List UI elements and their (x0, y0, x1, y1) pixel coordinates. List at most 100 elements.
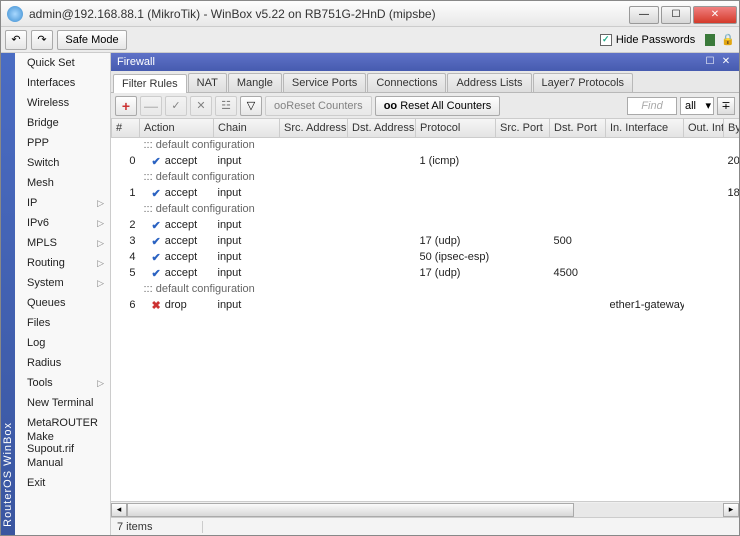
panel-close-icon[interactable]: ✕ (719, 55, 733, 69)
column-header[interactable]: # (112, 119, 140, 137)
submenu-arrow-icon: ▷ (97, 378, 104, 389)
scroll-right-icon[interactable]: ▸ (723, 503, 739, 517)
column-header[interactable]: Dst. Port (550, 119, 606, 137)
rules-grid[interactable]: #ActionChainSrc. AddressDst. AddressProt… (111, 119, 739, 501)
sidebar-item-system[interactable]: System▷ (15, 273, 110, 293)
sidebar-item-log[interactable]: Log (15, 333, 110, 353)
sidebar-item-queues[interactable]: Queues (15, 293, 110, 313)
drop-icon: ✖ (152, 299, 161, 312)
column-header[interactable]: Src. Address (280, 119, 348, 137)
statusbar: 7 items (111, 517, 739, 535)
tab-layer7-protocols[interactable]: Layer7 Protocols (533, 73, 634, 92)
column-header[interactable]: In. Interface (606, 119, 684, 137)
column-header[interactable]: Out. Int... (684, 119, 724, 137)
add-button[interactable]: + (115, 96, 137, 116)
accept-icon: ✔ (152, 235, 161, 248)
maximize-button[interactable]: ☐ (661, 6, 691, 24)
accept-icon: ✔ (152, 219, 161, 232)
sidebar-item-exit[interactable]: Exit (15, 473, 110, 493)
table-row[interactable]: 2✔acceptinput (112, 217, 740, 233)
sidebar-item-make-supout.rif[interactable]: Make Supout.rif (15, 433, 110, 453)
panel-minimize-icon[interactable]: ☐ (703, 55, 717, 69)
sidebar-item-ipv6[interactable]: IPv6▷ (15, 213, 110, 233)
tab-filter-rules[interactable]: Filter Rules (113, 74, 187, 93)
chevron-down-icon: ▾ (705, 99, 711, 112)
sidebar-item-files[interactable]: Files (15, 313, 110, 333)
undo-button[interactable]: ↶ (5, 30, 27, 50)
left-rail: RouterOS WinBox (1, 53, 15, 535)
tab-connections[interactable]: Connections (367, 73, 446, 92)
column-header[interactable]: Action (140, 119, 214, 137)
table-row[interactable]: 0✔acceptinput1 (icmp)201. (112, 153, 740, 169)
table-row[interactable]: 5✔acceptinput17 (udp)4500 (112, 265, 740, 281)
main-window: admin@192.168.88.1 (MikroTik) - WinBox v… (0, 0, 740, 536)
remove-button[interactable]: — (140, 96, 162, 116)
chevron-down-icon: ∓ (721, 99, 730, 112)
reset-all-counters-button[interactable]: oo Reset All Counters (375, 96, 501, 116)
find-input[interactable]: Find (627, 97, 677, 115)
sidebar-item-bridge[interactable]: Bridge (15, 113, 110, 133)
sidebar-item-mesh[interactable]: Mesh (15, 173, 110, 193)
table-row[interactable]: 1✔acceptinput1843. (112, 185, 740, 201)
checkbox-icon: ✓ (600, 34, 612, 46)
extra-dropdown[interactable]: ∓ (717, 97, 735, 115)
column-header[interactable]: By (724, 119, 740, 137)
column-header[interactable]: Chain (214, 119, 280, 137)
sidebar-item-ip[interactable]: IP▷ (15, 193, 110, 213)
section-row: ::: default configuration (112, 201, 740, 217)
enable-button[interactable]: ✓ (165, 96, 187, 116)
table-row[interactable]: 6✖dropinputether1-gateway1 (112, 297, 740, 313)
submenu-arrow-icon: ▷ (97, 218, 104, 229)
sidebar-item-mpls[interactable]: MPLS▷ (15, 233, 110, 253)
sidebar-item-routing[interactable]: Routing▷ (15, 253, 110, 273)
app-toolbar: ↶ ↷ Safe Mode ✓ Hide Passwords 🔒 (1, 27, 739, 53)
minimize-button[interactable]: — (629, 6, 659, 24)
hide-passwords-toggle[interactable]: ✓ Hide Passwords (600, 34, 695, 46)
section-row: ::: default configuration (112, 169, 740, 185)
sidebar-item-quick-set[interactable]: Quick Set (15, 53, 110, 73)
app-icon (7, 6, 23, 22)
reset-counters-button[interactable]: oo Reset Counters (265, 96, 372, 116)
close-button[interactable]: ✕ (693, 6, 737, 24)
sidebar-item-metarouter[interactable]: MetaROUTER (15, 413, 110, 433)
sidebar-item-ppp[interactable]: PPP (15, 133, 110, 153)
filter-button[interactable]: ▽ (240, 96, 262, 116)
sidebar-item-switch[interactable]: Switch (15, 153, 110, 173)
panel-toolbar: + — ✓ ✕ ☳ ▽ oo Reset Counters oo Reset A… (111, 93, 739, 119)
table-row[interactable]: 4✔acceptinput50 (ipsec-esp) (112, 249, 740, 265)
titlebar: admin@192.168.88.1 (MikroTik) - WinBox v… (1, 1, 739, 27)
redo-button[interactable]: ↷ (31, 30, 53, 50)
accept-icon: ✔ (152, 251, 161, 264)
tab-service-ports[interactable]: Service Ports (283, 73, 366, 92)
tab-mangle[interactable]: Mangle (228, 73, 282, 92)
status-indicator-icon (705, 34, 715, 46)
sidebar-item-manual[interactable]: Manual (15, 453, 110, 473)
tab-address-lists[interactable]: Address Lists (447, 73, 531, 92)
column-header[interactable]: Src. Port (496, 119, 550, 137)
sidebar-item-wireless[interactable]: Wireless (15, 93, 110, 113)
lock-icon: 🔒 (721, 33, 735, 46)
sidebar-item-new-terminal[interactable]: New Terminal (15, 393, 110, 413)
sidebar: Quick SetInterfacesWirelessBridgePPPSwit… (15, 53, 111, 535)
table-row[interactable]: 3✔acceptinput17 (udp)500 (112, 233, 740, 249)
disable-button[interactable]: ✕ (190, 96, 212, 116)
submenu-arrow-icon: ▷ (97, 258, 104, 269)
sidebar-item-radius[interactable]: Radius (15, 353, 110, 373)
scroll-left-icon[interactable]: ◂ (111, 503, 127, 517)
submenu-arrow-icon: ▷ (97, 198, 104, 209)
column-header[interactable]: Dst. Address (348, 119, 416, 137)
sidebar-item-tools[interactable]: Tools▷ (15, 373, 110, 393)
submenu-arrow-icon: ▷ (97, 278, 104, 289)
horizontal-scrollbar[interactable]: ◂ ▸ (111, 501, 739, 517)
accept-icon: ✔ (152, 267, 161, 280)
window-title: admin@192.168.88.1 (MikroTik) - WinBox v… (29, 7, 629, 21)
tab-nat[interactable]: NAT (188, 73, 227, 92)
filter-dropdown[interactable]: all▾ (680, 97, 714, 115)
tabs: Filter RulesNATMangleService PortsConnec… (111, 71, 739, 93)
column-header[interactable]: Protocol (416, 119, 496, 137)
comment-button[interactable]: ☳ (215, 96, 237, 116)
section-row: ::: default configuration (112, 137, 740, 153)
safe-mode-button[interactable]: Safe Mode (57, 30, 127, 50)
accept-icon: ✔ (152, 187, 161, 200)
sidebar-item-interfaces[interactable]: Interfaces (15, 73, 110, 93)
